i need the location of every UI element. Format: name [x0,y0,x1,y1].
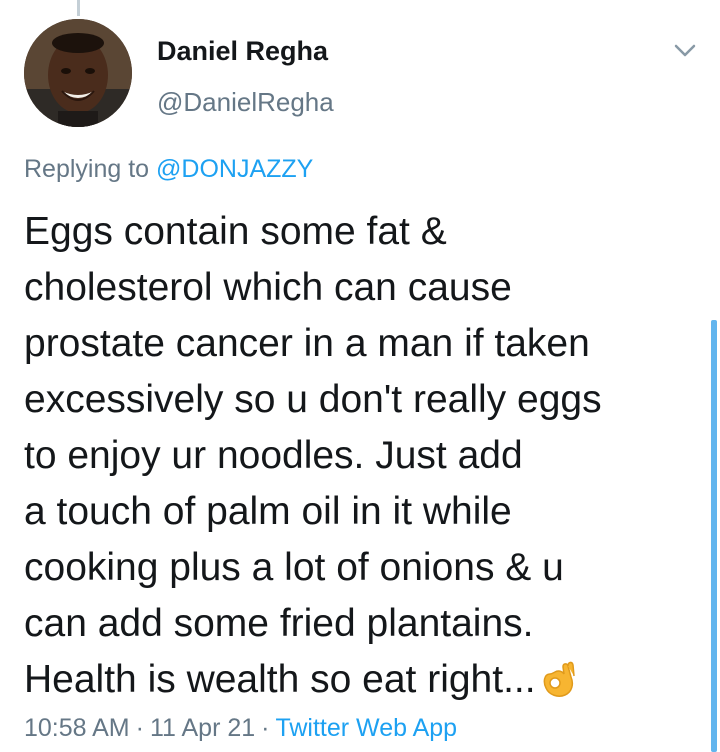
thread-connector-line [77,0,80,16]
chevron-down-icon[interactable] [670,38,700,64]
tweet-text-line: can add some fried plantains. [24,602,534,645]
tweet-text-line: cooking plus a lot of onions & u [24,546,564,589]
tweet-text-line: cholesterol which can cause [24,266,512,309]
avatar[interactable] [24,19,132,127]
tweet-text-line: Eggs contain some fat & [24,210,447,253]
tweet-text-line: prostate cancer in a man if taken [24,322,590,365]
display-name[interactable]: Daniel Regha [157,36,328,67]
tweet-source-link[interactable]: Twitter Web App [275,714,457,742]
tweet-text-line: excessively so u don't really eggs [24,378,602,421]
tweet-text-line: a touch of palm oil in it while [24,490,512,533]
tweet-card: Daniel Regha @DanielRegha Replying to @D… [0,0,720,752]
meta-separator: · [135,714,144,742]
profile-photo-icon [24,19,132,127]
tweet-meta: 10:58 AM · 11 Apr 21 · Twitter Web App [24,714,457,743]
tweet-text-last-line: Health is wealth so eat right... [24,652,692,714]
reply-mention-link[interactable]: @DONJAZZY [156,155,313,183]
replying-to: Replying to @DONJAZZY [24,155,313,184]
ok-hand-emoji-icon [540,658,576,714]
user-handle[interactable]: @DanielRegha [157,87,334,118]
tweet-text-line: Health is wealth so eat right... [24,658,536,701]
tweet-text-line: to enjoy ur noodles. Just add [24,434,523,477]
tweet-time[interactable]: 10:58 AM [24,714,130,742]
replying-to-label: Replying to [24,155,150,183]
tweet-text: Eggs contain some fat & cholesterol whic… [24,204,692,714]
tweet-date[interactable]: 11 Apr 21 [150,714,255,742]
meta-separator: · [261,714,270,742]
scrollbar[interactable] [711,320,717,752]
